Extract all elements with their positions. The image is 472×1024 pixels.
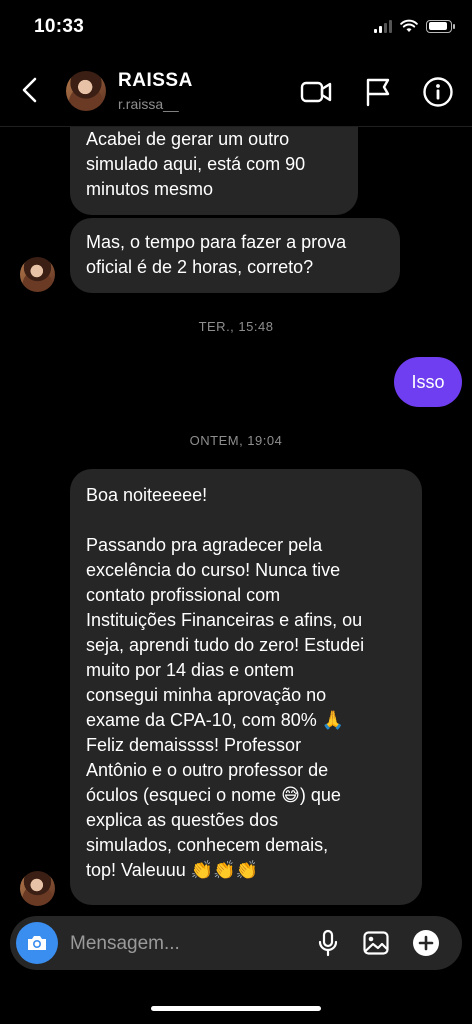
info-icon[interactable] — [422, 76, 454, 108]
contact-message-avatar — [20, 871, 55, 906]
status-time: 10:33 — [34, 16, 85, 37]
sent-message[interactable]: Isso — [394, 357, 462, 407]
received-message[interactable]: Boa noiteeeee! Passando pra agradecer pe… — [70, 469, 422, 905]
battery-icon — [426, 19, 455, 33]
video-call-icon[interactable] — [300, 76, 332, 108]
flag-icon[interactable] — [362, 76, 394, 108]
wifi-icon — [400, 19, 418, 32]
camera-button[interactable] — [16, 922, 58, 964]
contact-avatar[interactable] — [66, 71, 106, 111]
camera-icon — [28, 936, 46, 950]
signal-icon — [374, 19, 392, 33]
chat-header: RAISSA r.raissa__ — [0, 56, 472, 127]
home-indicator[interactable] — [151, 1006, 321, 1011]
message-composer — [10, 916, 462, 970]
received-message[interactable]: Acabei de gerar um outro simulado aqui, … — [70, 127, 358, 215]
message-timestamp: ONTEM, 19:04 — [189, 433, 283, 448]
contact-message-avatar — [20, 257, 55, 292]
gallery-icon[interactable] — [362, 929, 390, 957]
status-icons — [374, 19, 455, 33]
status-bar: 10:33 — [0, 0, 472, 56]
message-timestamp: TER., 15:48 — [198, 319, 274, 334]
received-message[interactable]: Mas, o tempo para fazer a prova oficial … — [70, 218, 400, 293]
back-icon[interactable] — [18, 76, 42, 104]
message-list[interactable]: Acabei de gerar um outro simulado aqui, … — [0, 127, 472, 924]
add-icon[interactable] — [412, 929, 440, 957]
microphone-icon[interactable] — [314, 929, 342, 957]
contact-name[interactable]: RAISSA — [118, 70, 193, 92]
message-input[interactable] — [68, 930, 292, 958]
contact-username[interactable]: r.raissa__ — [118, 96, 179, 112]
